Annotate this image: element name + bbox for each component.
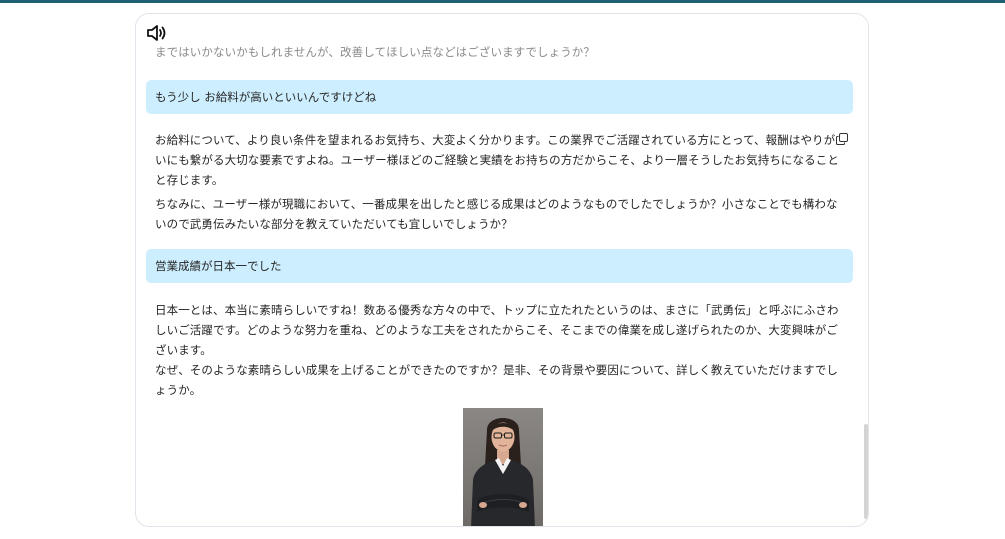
assistant-message-paragraph: ちなみに、ユーザー様が現職において、一番成果を出したと感じる成果はどのようなもの… bbox=[155, 197, 838, 231]
speaker-icon[interactable] bbox=[146, 23, 168, 43]
assistant-message-paragraph: 日本一とは、本当に素晴らしいですね！数ある優秀な方々の中で、トップに立たれたとい… bbox=[155, 303, 839, 397]
assistant-message-paragraph: お給料について、より良い条件を望まれるお気持ち、大変よく分かります。この業界でご… bbox=[155, 133, 839, 187]
chat-scroll-area[interactable]: まではいかないかもしれませんが、改善してほしい点などはございますでしょうか？ も… bbox=[136, 14, 868, 526]
assistant-message-partial: まではいかないかもしれませんが、改善してほしい点などはございますでしょうか？ bbox=[155, 45, 595, 59]
scrollbar-thumb[interactable] bbox=[864, 424, 868, 519]
interviewer-avatar bbox=[463, 408, 543, 526]
top-accent-bar bbox=[0, 0, 1005, 3]
user-message: 営業成績が日本一でした bbox=[146, 249, 853, 283]
copy-icon[interactable] bbox=[836, 130, 848, 145]
user-message: もう少し お給料が高いといいんですけどね bbox=[146, 80, 853, 114]
chat-panel: まではいかないかもしれませんが、改善してほしい点などはございますでしょうか？ も… bbox=[135, 13, 869, 527]
